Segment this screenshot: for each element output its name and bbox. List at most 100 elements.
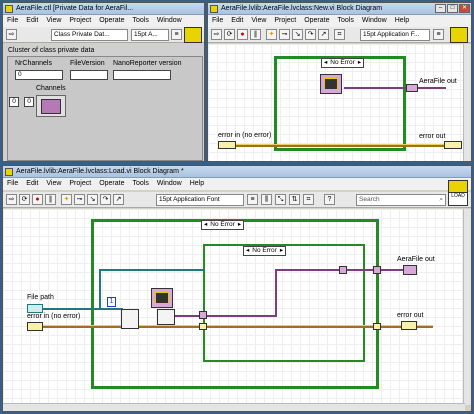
aerafile-out-terminal[interactable] xyxy=(403,265,417,275)
open-file-function-icon[interactable] xyxy=(121,309,139,329)
menu-operate[interactable]: Operate xyxy=(99,15,124,27)
load-titlebar[interactable]: AeraFile.lvlib:AeraFile.lvclass:Load.vi … xyxy=(3,166,471,178)
numeric-constant[interactable]: 1 xyxy=(107,297,116,307)
run-arrow-icon[interactable]: ⇨ xyxy=(211,29,222,40)
load-horizontal-scrollbar[interactable] xyxy=(3,403,465,411)
menu-tools[interactable]: Tools xyxy=(132,15,148,27)
aerafile-out-terminal[interactable] xyxy=(406,84,418,92)
step-over-icon[interactable]: ↷ xyxy=(305,29,316,40)
new-toolbar: ⇨ ⟳ ● ∥ ✦ ⊸ ↘ ↷ ↗ ⌗ 15pt Application F..… xyxy=(208,27,471,43)
run-continuous-icon[interactable]: ⟳ xyxy=(19,194,30,205)
inner-case-selector[interactable]: ◂ No Error ▸ xyxy=(243,246,287,256)
error-out-terminal[interactable] xyxy=(401,321,417,330)
close-button[interactable]: ✕ xyxy=(459,4,470,13)
read-data-subvi-icon[interactable] xyxy=(157,309,175,325)
run-continuous-icon[interactable]: ⟳ xyxy=(224,29,235,40)
step-into-icon[interactable]: ↘ xyxy=(87,194,98,205)
step-over-icon[interactable]: ↷ xyxy=(100,194,111,205)
channels-array[interactable] xyxy=(36,95,66,117)
menu-project[interactable]: Project xyxy=(274,15,296,27)
file-path-terminal[interactable] xyxy=(27,304,43,313)
highlight-execution-icon[interactable]: ✦ xyxy=(61,194,72,205)
cluster-label: Cluster of class private data xyxy=(8,47,95,54)
channels-array-index[interactable]: 0 xyxy=(24,97,34,107)
menu-window[interactable]: Window xyxy=(157,15,182,27)
menu-window[interactable]: Window xyxy=(362,15,387,27)
menu-project[interactable]: Project xyxy=(69,178,91,190)
search-input[interactable]: Search ⌕ xyxy=(356,194,446,206)
resize-icon[interactable]: ⤡ xyxy=(275,194,286,205)
menu-project[interactable]: Project xyxy=(69,15,91,27)
load-window: AeraFile.lvlib:AeraFile.lvclass:Load.vi … xyxy=(2,165,472,412)
menu-edit[interactable]: Edit xyxy=(26,15,38,27)
pause-icon[interactable]: ∥ xyxy=(250,29,261,40)
cluster-control: NrChannels FileVersion NanoReporter vers… xyxy=(7,56,203,161)
case-prev-icon[interactable]: ◂ xyxy=(204,221,207,229)
menu-operate[interactable]: Operate xyxy=(99,178,124,190)
nrchannels-field[interactable]: 0 xyxy=(15,70,63,80)
minimize-button[interactable]: – xyxy=(435,4,446,13)
outer-case-selector[interactable]: ◂ No Error ▸ xyxy=(201,220,245,230)
new-titlebar[interactable]: AeraFile.lvlib:AeraFile.lvclass:New.vi B… xyxy=(208,3,471,15)
error-out-terminal[interactable] xyxy=(444,141,462,149)
menu-help[interactable]: Help xyxy=(190,178,204,190)
nanoreporter-field[interactable] xyxy=(113,70,171,80)
abort-icon[interactable]: ● xyxy=(32,194,43,205)
class-constant-icon[interactable] xyxy=(151,288,173,308)
case-next-icon[interactable]: ▸ xyxy=(280,247,283,255)
retain-wire-icon[interactable]: ⊸ xyxy=(279,29,290,40)
pause-icon[interactable]: ∥ xyxy=(45,194,56,205)
cluster-array-index[interactable]: 0 xyxy=(9,97,19,107)
case-prev-icon[interactable]: ◂ xyxy=(324,59,327,67)
distribute-icon[interactable]: ⫼ xyxy=(261,194,272,205)
menu-view[interactable]: View xyxy=(46,15,61,27)
vi-icon xyxy=(184,27,202,43)
retain-wire-icon[interactable]: ⊸ xyxy=(74,194,85,205)
case-prev-icon[interactable]: ◂ xyxy=(246,247,249,255)
case-next-icon[interactable]: ▸ xyxy=(238,221,241,229)
align-icon[interactable]: ≡ xyxy=(433,29,444,40)
menu-operate[interactable]: Operate xyxy=(304,15,329,27)
ctl-titlebar[interactable]: AeraFile.ctl [Private Data for AeraFil..… xyxy=(3,3,204,15)
case-selector[interactable]: ◂ No Error ▸ xyxy=(321,58,365,68)
step-into-icon[interactable]: ↘ xyxy=(292,29,303,40)
font-dropdown[interactable]: 15pt A... xyxy=(131,29,169,41)
menu-tools[interactable]: Tools xyxy=(337,15,353,27)
class-constant-icon[interactable] xyxy=(320,74,342,94)
font-dropdown[interactable]: 15pt Application F... xyxy=(360,29,430,41)
error-in-terminal[interactable] xyxy=(218,141,236,149)
menu-view[interactable]: View xyxy=(46,178,61,190)
align-icon[interactable]: ≡ xyxy=(171,29,182,40)
clean-up-icon[interactable]: ⌗ xyxy=(334,29,345,40)
highlight-execution-icon[interactable]: ✦ xyxy=(266,29,277,40)
case-structure[interactable] xyxy=(274,56,406,151)
reorder-icon[interactable]: ⇅ xyxy=(289,194,300,205)
abort-icon[interactable]: ● xyxy=(237,29,248,40)
step-out-icon[interactable]: ↗ xyxy=(318,29,329,40)
menu-view[interactable]: View xyxy=(251,15,266,27)
font-dropdown[interactable]: 15pt Application Font xyxy=(156,194,244,206)
load-vertical-scrollbar[interactable] xyxy=(463,209,471,405)
error-in-terminal[interactable] xyxy=(27,322,43,331)
menu-help[interactable]: Help xyxy=(395,15,409,27)
inner-case-structure[interactable] xyxy=(203,244,365,362)
context-help-icon[interactable]: ? xyxy=(324,194,335,205)
maximize-button[interactable]: □ xyxy=(447,4,458,13)
menu-window[interactable]: Window xyxy=(157,178,182,190)
step-out-icon[interactable]: ↗ xyxy=(113,194,124,205)
file-path-label: File path xyxy=(27,294,54,301)
clean-up-icon[interactable]: ⌗ xyxy=(303,194,314,205)
class-private-data-dropdown[interactable]: Class Private Dat... xyxy=(51,29,128,41)
menu-edit[interactable]: Edit xyxy=(231,15,243,27)
align-icon[interactable]: ≡ xyxy=(247,194,258,205)
fileversion-field[interactable] xyxy=(70,70,108,80)
run-arrow-icon[interactable]: ⇨ xyxy=(6,194,17,205)
menu-file[interactable]: File xyxy=(212,15,223,27)
menu-edit[interactable]: Edit xyxy=(26,178,38,190)
new-vertical-scrollbar[interactable] xyxy=(463,44,471,161)
run-arrow-icon[interactable]: ⇨ xyxy=(6,29,17,40)
menu-file[interactable]: File xyxy=(7,15,18,27)
case-next-icon[interactable]: ▸ xyxy=(358,59,361,67)
menu-file[interactable]: File xyxy=(7,178,18,190)
menu-tools[interactable]: Tools xyxy=(132,178,148,190)
